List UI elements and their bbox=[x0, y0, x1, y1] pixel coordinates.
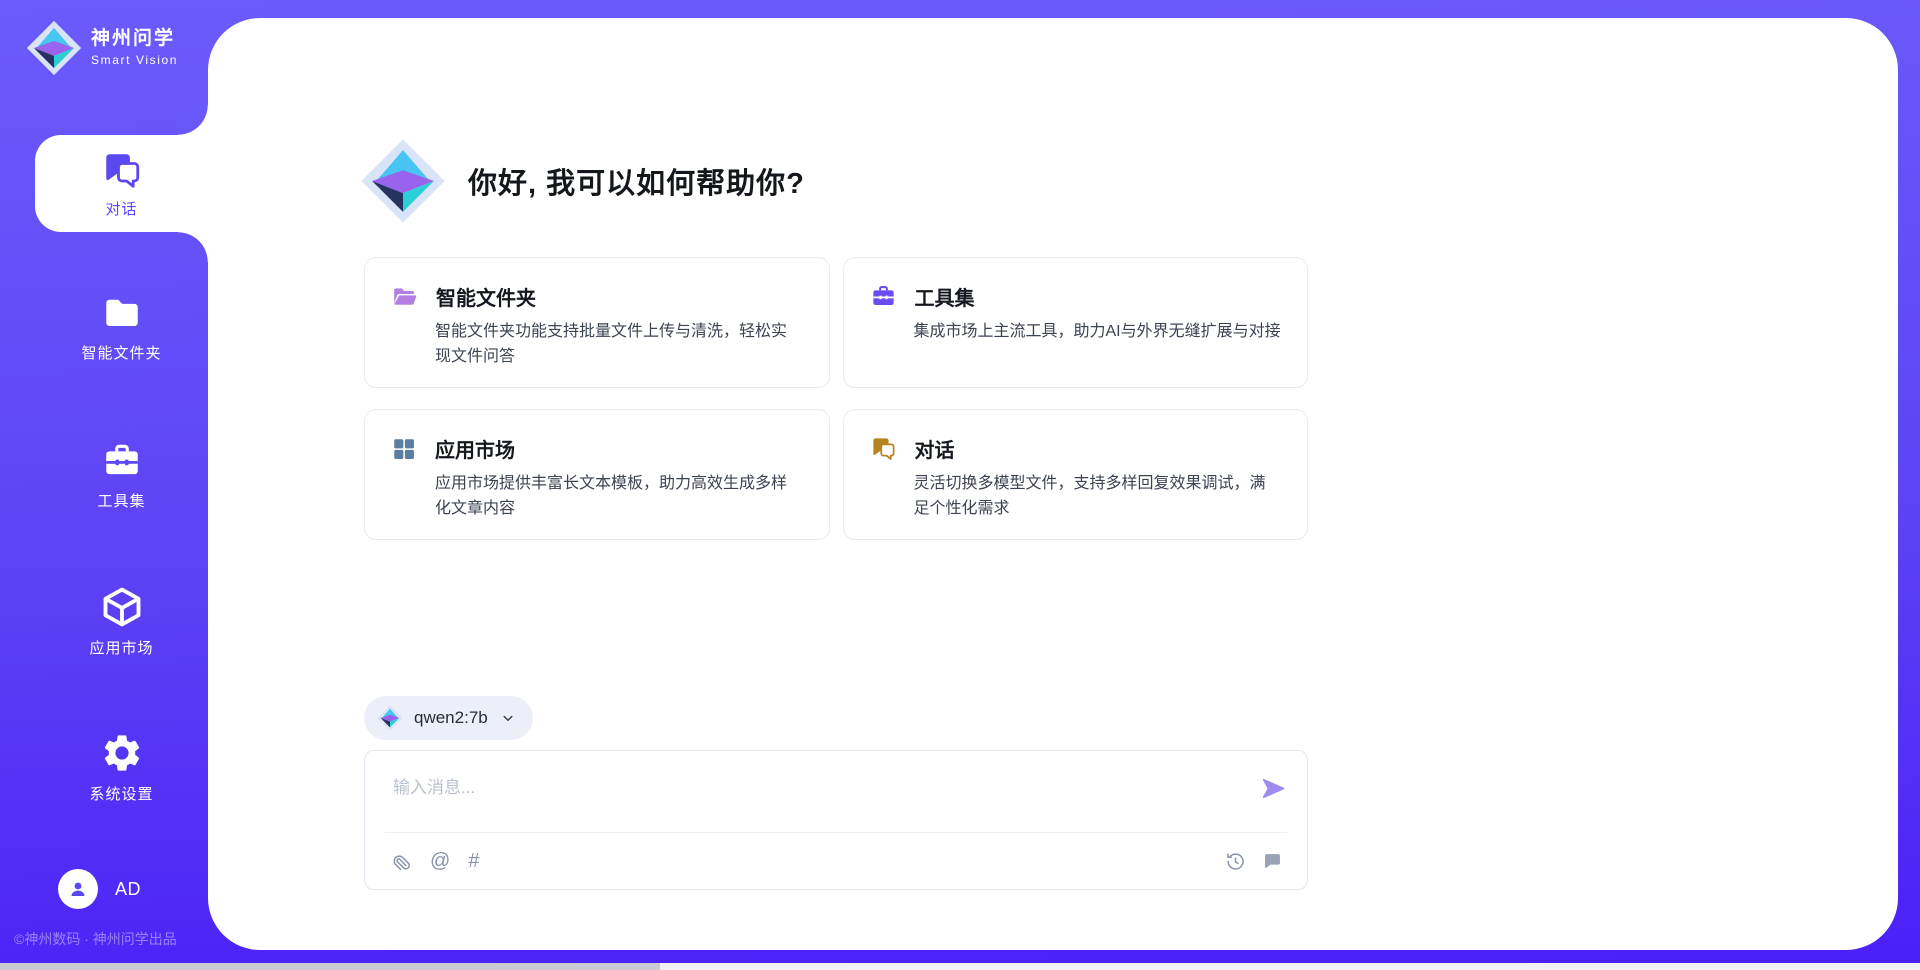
sidebar-item-label: 系统设置 bbox=[89, 783, 153, 804]
person-icon bbox=[66, 877, 90, 901]
card-title: 应用市场 bbox=[435, 434, 515, 463]
attach-icon[interactable] bbox=[391, 851, 412, 872]
sidebar-item-chat[interactable]: 对话 bbox=[35, 135, 208, 232]
message-icon[interactable] bbox=[1262, 851, 1283, 872]
card-title: 工具集 bbox=[915, 282, 975, 311]
user-account[interactable]: AD bbox=[58, 869, 141, 909]
brand-logo: 神州问学 Smart Vision bbox=[26, 20, 178, 76]
card-smart-folder[interactable]: 智能文件夹 智能文件夹功能支持批量文件上传与清洗，轻松实现文件问答 bbox=[364, 257, 830, 388]
diamond-logo-icon bbox=[360, 138, 446, 224]
folder-open-icon bbox=[391, 283, 418, 310]
chat-icon bbox=[870, 435, 897, 462]
brand-name-cn: 神州问学 bbox=[91, 29, 178, 50]
greeting-title: 你好, 我可以如何帮助你? bbox=[468, 160, 805, 202]
topic-icon[interactable]: # bbox=[468, 851, 479, 871]
sidebar-item-label: 应用市场 bbox=[89, 637, 153, 658]
diamond-logo-icon bbox=[377, 705, 403, 731]
horizontal-scrollbar bbox=[0, 963, 1920, 970]
card-chat[interactable]: 对话 灵活切换多模型文件，支持多样回复效果调试，满足个性化需求 bbox=[843, 409, 1309, 540]
card-app-market[interactable]: 应用市场 应用市场提供丰富长文本模板，助力高效生成多样化文章内容 bbox=[364, 409, 830, 540]
card-description: 应用市场提供丰富长文本模板，助力高效生成多样化文章内容 bbox=[435, 472, 803, 522]
sidebar-item-label: 对话 bbox=[105, 198, 137, 219]
card-description: 集成市场上主流工具，助力AI与外界无缝扩展与对接 bbox=[914, 320, 1282, 345]
cube-icon bbox=[100, 585, 144, 629]
folder-icon bbox=[101, 292, 143, 334]
card-toolset[interactable]: 工具集 集成市场上主流工具，助力AI与外界无缝扩展与对接 bbox=[843, 257, 1309, 388]
avatar bbox=[58, 869, 98, 909]
chevron-down-icon bbox=[499, 709, 517, 727]
sidebar-item-settings[interactable]: 系统设置 bbox=[35, 731, 208, 804]
sidebar-item-smart-folder[interactable]: 智能文件夹 bbox=[35, 292, 208, 363]
card-description: 灵活切换多模型文件，支持多样回复效果调试，满足个性化需求 bbox=[914, 472, 1282, 522]
card-description: 智能文件夹功能支持批量文件上传与清洗，轻松实现文件问答 bbox=[435, 320, 803, 370]
brand-name-en: Smart Vision bbox=[91, 53, 178, 67]
tab-fillet-bottom bbox=[178, 232, 208, 262]
composer-toolbar: @ # bbox=[385, 832, 1287, 889]
toolbox-icon bbox=[101, 440, 143, 482]
message-composer: @ # bbox=[364, 750, 1308, 890]
history-icon[interactable] bbox=[1225, 851, 1246, 872]
feature-cards: 智能文件夹 智能文件夹功能支持批量文件上传与清洗，轻松实现文件问答 工具集 集成… bbox=[364, 257, 1308, 540]
sidebar-item-label: 工具集 bbox=[97, 490, 145, 511]
card-title: 智能文件夹 bbox=[436, 282, 536, 311]
diamond-logo-icon bbox=[26, 20, 82, 76]
card-title: 对话 bbox=[915, 434, 955, 463]
chat-icon bbox=[101, 149, 143, 191]
grid-icon bbox=[391, 436, 417, 462]
copyright-text: ©神州数码 · 神州问学出品 bbox=[14, 929, 177, 949]
sidebar-item-label: 智能文件夹 bbox=[81, 342, 161, 363]
tab-fillet-top bbox=[178, 105, 208, 135]
mention-icon[interactable]: @ bbox=[430, 851, 450, 871]
sidebar-item-app-market[interactable]: 应用市场 bbox=[35, 585, 208, 658]
gear-icon bbox=[100, 731, 144, 775]
sidebar-item-toolset[interactable]: 工具集 bbox=[35, 440, 208, 511]
scrollbar-thumb[interactable] bbox=[0, 963, 660, 970]
send-icon[interactable] bbox=[1260, 775, 1287, 802]
user-initials: AD bbox=[115, 879, 141, 900]
model-selector[interactable]: qwen2:7b bbox=[364, 696, 533, 740]
toolbox-icon bbox=[870, 283, 897, 310]
message-input[interactable] bbox=[391, 771, 1231, 823]
model-name: qwen2:7b bbox=[414, 708, 488, 728]
greeting: 你好, 我可以如何帮助你? bbox=[360, 138, 805, 224]
